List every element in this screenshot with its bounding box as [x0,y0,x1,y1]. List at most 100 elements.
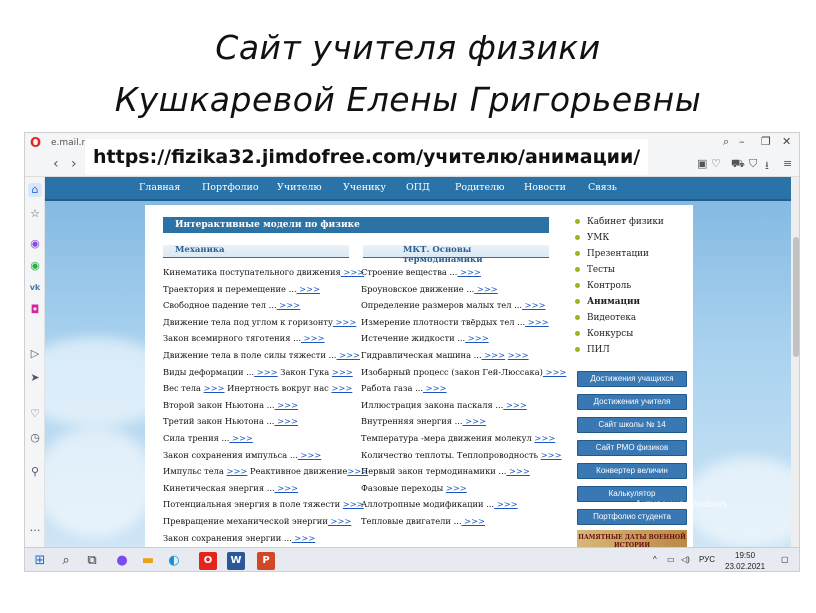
cart-icon[interactable]: ⛟ [731,157,745,172]
achievements-teacher-button[interactable]: Достижения учителя [577,394,687,410]
volume-icon[interactable]: ◁) [681,555,690,564]
side-menu-item[interactable]: Анимации [575,297,664,313]
minimize-icon[interactable]: – [739,135,745,148]
item-link[interactable]: >>> [328,516,352,526]
item-link[interactable]: >>> [534,433,555,443]
achievements-students-button[interactable]: Достижения учащихся [577,371,687,387]
nav-portfolio[interactable]: Портфолио [202,182,259,193]
vk-icon[interactable]: vk [28,281,42,295]
item-link[interactable]: >>> [474,284,498,294]
player-icon[interactable]: ▷ [28,347,42,361]
item-link[interactable]: >>> [274,416,298,426]
item-link[interactable]: >>> [482,350,505,360]
clock[interactable]: 19:50 23.02.2021 [725,550,765,571]
item-link[interactable]: >>> [457,267,481,277]
send-icon[interactable]: ➤ [28,371,42,385]
item-link[interactable]: >>> [297,284,320,294]
item-link[interactable]: >>> [275,400,298,410]
student-portfolio-button[interactable]: Портфолио студента [577,509,687,525]
item-link[interactable]: >>> [331,383,352,393]
chevron-left-icon[interactable]: ‹ [53,156,59,172]
item-link[interactable]: >>> [508,350,529,360]
tray-chevron-icon[interactable]: ^ [653,555,657,564]
item-link[interactable]: >>> [446,483,467,493]
item-link[interactable]: >>> [423,383,447,393]
messenger-icon[interactable]: ◉ [28,237,42,251]
item-link[interactable]: >>> [462,516,485,526]
heart-icon[interactable]: ♡ [711,157,721,170]
side-menu-item[interactable]: УМК [575,233,664,249]
url-field[interactable]: https://fizika32.jimdofree.com/учителю/а… [85,139,649,175]
instagram-icon[interactable]: ◘ [28,303,42,317]
menu-icon[interactable]: ≡ [783,157,792,170]
heart-icon[interactable]: ♡ [28,407,42,421]
close-icon[interactable]: ✕ [782,135,791,148]
item-link[interactable]: >>> [543,367,567,377]
scroll-thumb[interactable] [793,237,799,357]
item-link[interactable]: >>> [298,450,321,460]
language-indicator[interactable]: РУС [699,555,715,564]
converter-button[interactable]: Конвертер величин [577,463,687,479]
school-site-button[interactable]: Сайт школы № 14 [577,417,687,433]
scrollbar[interactable] [791,177,799,553]
item-link[interactable]: >>> [522,300,546,310]
notification-icon[interactable]: ▢ [781,555,789,564]
side-menu-item[interactable]: ПИЛ [575,345,664,361]
search-icon[interactable]: ⌕ [723,135,729,149]
pin-icon[interactable]: ⚲ [28,465,42,479]
item-link[interactable]: >>> [229,433,253,443]
item-link[interactable]: >>> [333,317,356,327]
nav-parent[interactable]: Родителю [455,182,504,193]
rmo-site-button[interactable]: Сайт РМО физиков [577,440,687,456]
item-link[interactable]: >>> [292,533,315,543]
edge-icon[interactable]: ◐ [165,552,183,570]
history-icon[interactable]: ◷ [28,431,42,445]
side-menu-item[interactable]: Контроль [575,281,664,297]
side-menu-item[interactable]: Кабинет физики [575,217,664,233]
item-link[interactable]: >>> [541,450,562,460]
search-icon[interactable]: ⌕ [57,552,75,570]
nav-news[interactable]: Новости [524,182,566,193]
item-link[interactable]: >>> [301,333,325,343]
folder-icon[interactable]: ▬ [139,552,157,570]
network-icon[interactable]: ▭ [667,555,675,564]
shield-icon[interactable]: ⛉ [749,157,757,171]
download-icon[interactable]: ⭳ [765,157,769,176]
restore-icon[interactable]: ❐ [761,135,771,148]
item-link[interactable]: >>> [227,466,248,476]
side-menu-item[interactable]: Тесты [575,265,664,281]
item-link[interactable]: >>> [503,400,527,410]
nav-teacher[interactable]: Учителю [277,182,322,193]
more-icon[interactable]: … [28,521,42,535]
item-link[interactable]: >>> [465,333,489,343]
side-menu-item[interactable]: Видеотека [575,313,664,329]
side-menu-item[interactable]: Презентации [575,249,664,265]
nav-contact[interactable]: Связь [588,182,617,193]
home-icon[interactable]: ⌂ [28,183,42,197]
nav-student[interactable]: Ученику [343,182,386,193]
item-link[interactable]: >>> [277,300,300,310]
item-link[interactable]: >>> [275,483,298,493]
item-link[interactable]: >>> [463,416,486,426]
star-icon[interactable]: ☆ [28,207,42,221]
nav-opd[interactable]: ОПД [406,182,430,193]
item-link[interactable]: >>> [332,367,353,377]
whatsapp-icon[interactable]: ◉ [28,259,42,273]
alice-icon[interactable]: ● [113,552,131,570]
item-link[interactable]: >>> [204,383,225,393]
opera-logo-icon[interactable]: O [30,136,41,151]
opera-icon[interactable]: O [199,552,217,570]
chevron-right-icon[interactable]: › [71,156,77,172]
item-link[interactable]: >>> [494,499,518,509]
powerpoint-icon[interactable]: P [257,552,275,570]
item-link[interactable]: >>> [525,317,549,327]
side-menu-item[interactable]: Конкурсы [575,329,664,345]
windows-start-icon[interactable]: ⊞ [31,552,49,570]
task-view-icon[interactable]: ⧉ [83,552,101,570]
item-link[interactable]: >>> [254,367,278,377]
item-link[interactable]: >>> [336,350,360,360]
item-link[interactable]: >>> [506,466,530,476]
camera-icon[interactable]: ▣ [697,157,707,170]
word-icon[interactable]: W [227,552,245,570]
nav-home[interactable]: Главная [139,182,180,193]
